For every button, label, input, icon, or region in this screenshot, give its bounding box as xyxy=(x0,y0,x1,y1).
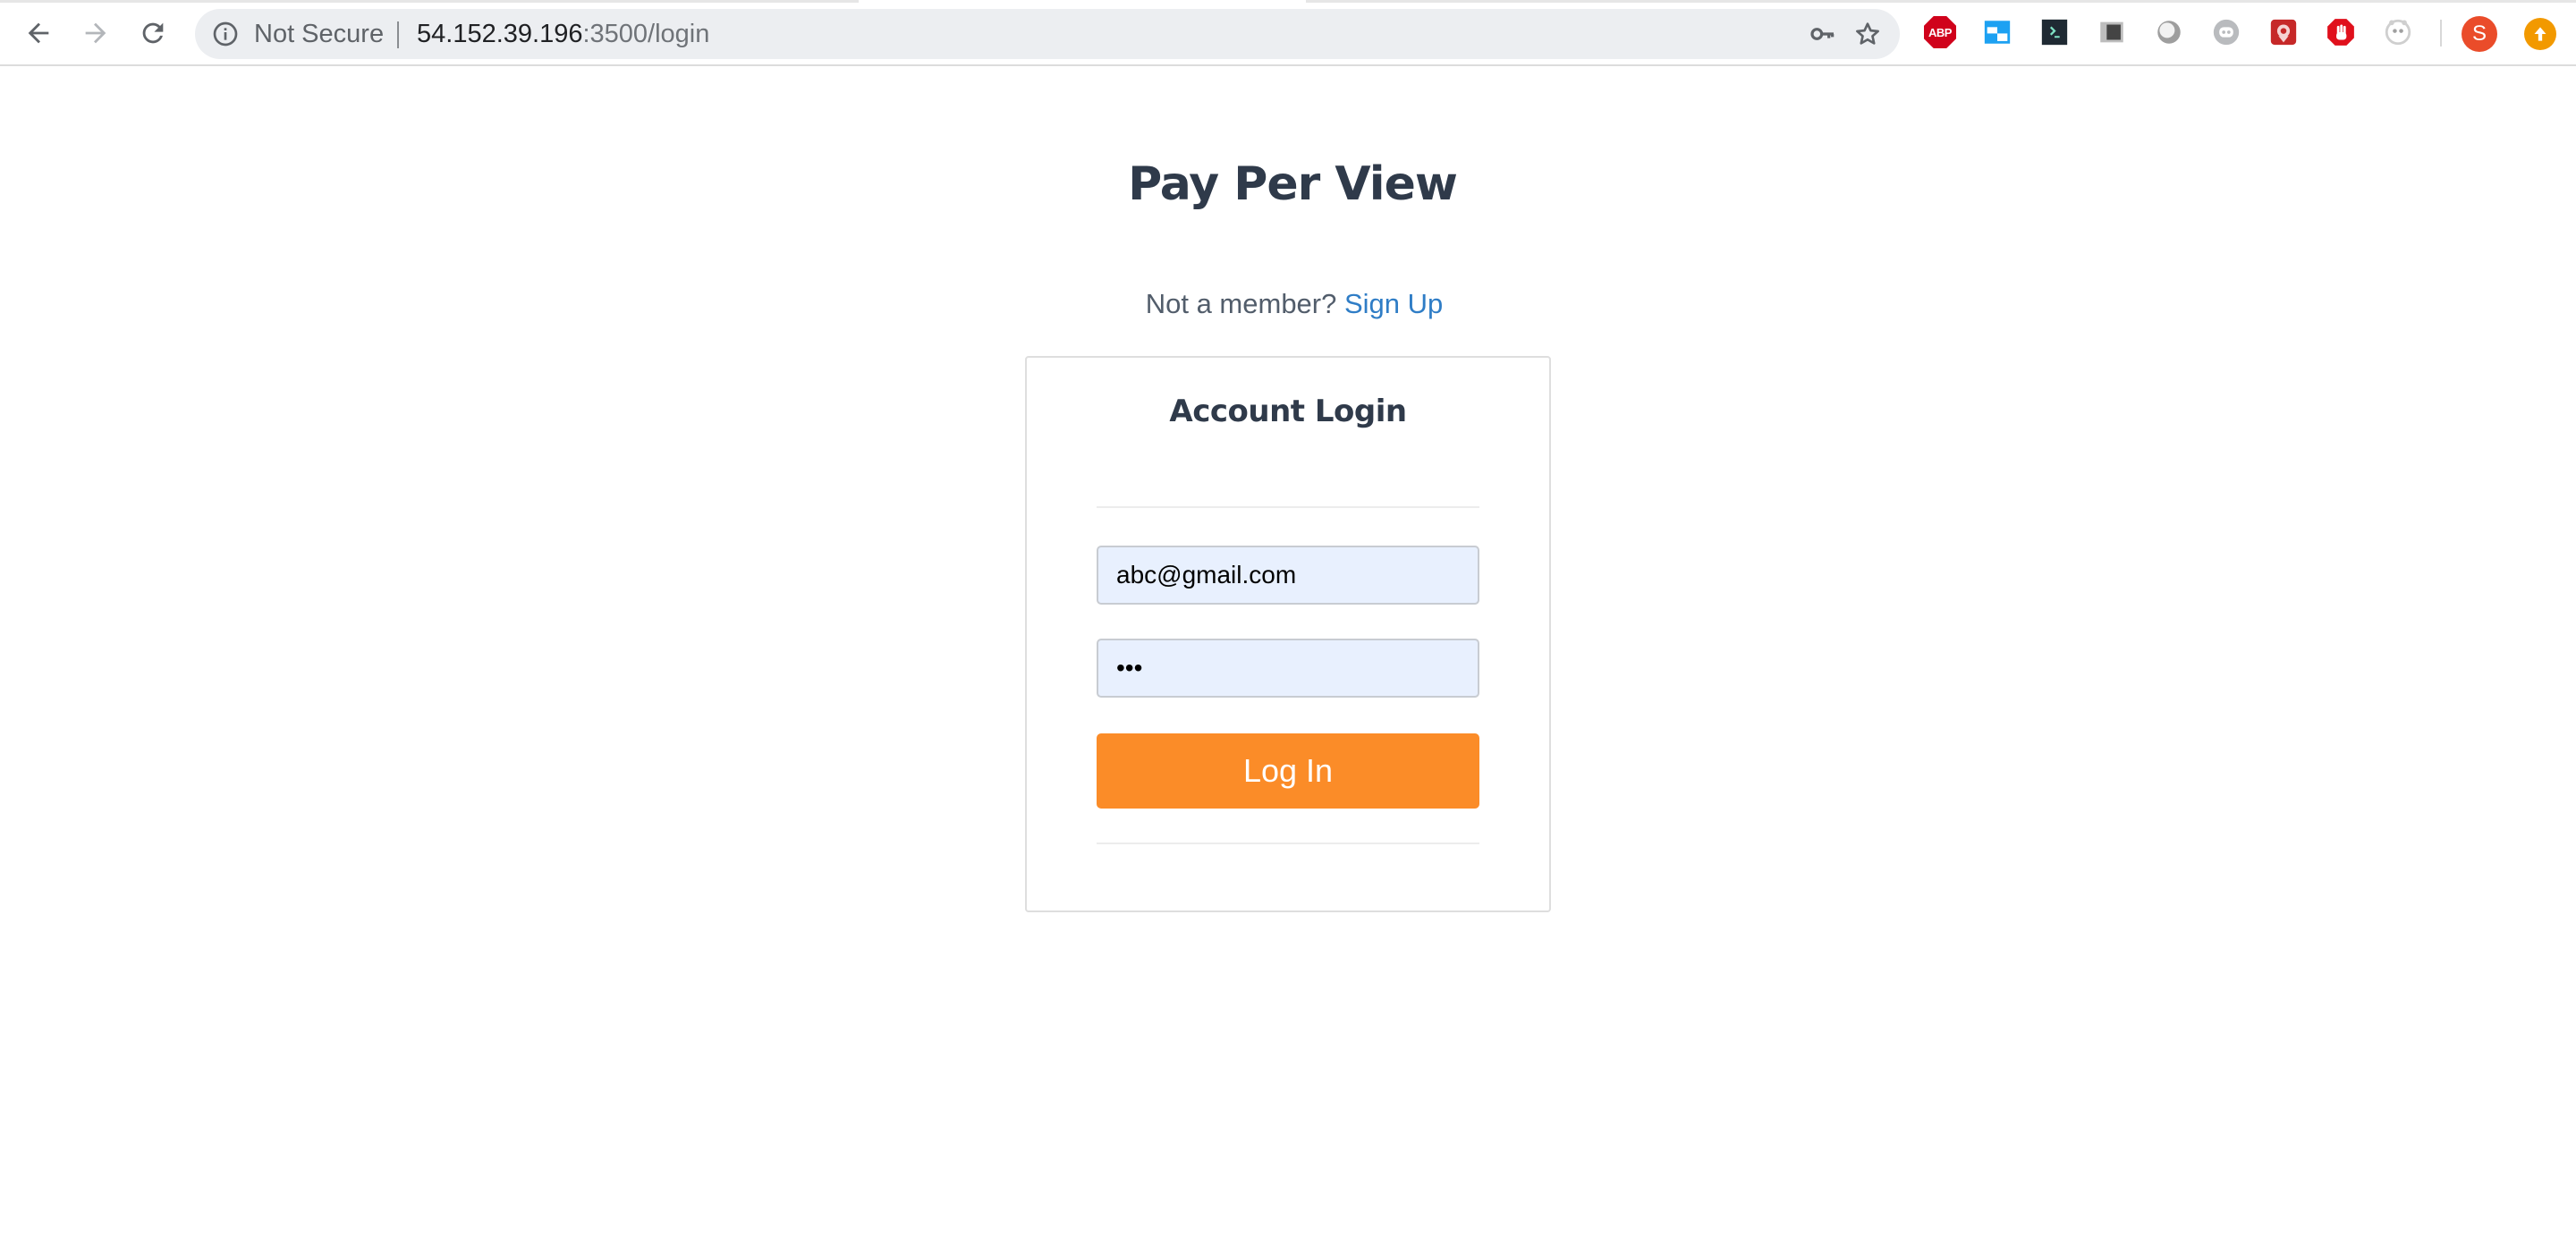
signup-prompt: Not a member? Sign Up xyxy=(0,288,2576,320)
email-field[interactable] xyxy=(1097,546,1479,605)
url-host: 54.152.39.196 xyxy=(417,20,583,48)
card-divider-bottom xyxy=(1097,843,1479,844)
url-text[interactable]: 54.152.39.196:3500/login xyxy=(417,9,709,59)
tab-strip-edge xyxy=(1306,0,2576,3)
tab-strip-edge xyxy=(0,0,859,3)
adblock-plus-icon[interactable]: ABP xyxy=(1924,16,1956,48)
browser-update-button[interactable] xyxy=(2524,18,2556,50)
terminal-extension-icon[interactable] xyxy=(2038,16,2071,48)
film-extension-icon[interactable] xyxy=(2096,16,2128,48)
login-card-title: Account Login xyxy=(1169,394,1407,429)
info-icon[interactable] xyxy=(211,20,240,48)
login-card: Account Login Log In xyxy=(1025,356,1551,912)
profile-avatar[interactable]: S xyxy=(2462,16,2497,52)
sign-up-link[interactable]: Sign Up xyxy=(1344,288,1443,319)
log-in-button[interactable]: Log In xyxy=(1097,733,1479,809)
key-icon xyxy=(1810,28,1835,40)
star-icon xyxy=(1856,22,1879,45)
arrow-up-icon xyxy=(2534,27,2546,41)
security-status-label[interactable]: Not Secure xyxy=(254,9,384,59)
browser-toolbar: Not Secure 54.152.39.196:3500/login ABP xyxy=(0,0,2576,66)
saved-password-button[interactable] xyxy=(1807,18,1839,50)
url-separator xyxy=(397,21,399,48)
panda-extension-icon[interactable] xyxy=(2382,16,2414,48)
signup-prompt-text: Not a member? xyxy=(1145,288,1337,319)
bookmark-button[interactable] xyxy=(1852,18,1884,50)
url-path: :3500/login xyxy=(582,20,710,48)
forward-arrow-icon xyxy=(85,22,106,44)
circle-extension-icon[interactable] xyxy=(2153,16,2185,48)
back-arrow-icon xyxy=(28,22,49,44)
address-bar[interactable]: Not Secure 54.152.39.196:3500/login xyxy=(195,9,1900,59)
toolbar-divider xyxy=(2440,20,2442,47)
reload-button[interactable] xyxy=(132,13,174,54)
reload-icon xyxy=(142,22,164,44)
hand-stop-extension-icon[interactable] xyxy=(2325,16,2357,48)
discord-extension-icon[interactable] xyxy=(2210,16,2242,48)
forward-button[interactable] xyxy=(75,13,116,54)
window-extension-icon[interactable] xyxy=(1981,16,2013,48)
puzzle-red-extension-icon[interactable] xyxy=(2267,16,2300,48)
back-button[interactable] xyxy=(18,13,59,54)
password-field[interactable] xyxy=(1097,639,1479,698)
card-divider-top xyxy=(1097,506,1479,508)
page-title: Pay Per View xyxy=(1128,157,1458,211)
